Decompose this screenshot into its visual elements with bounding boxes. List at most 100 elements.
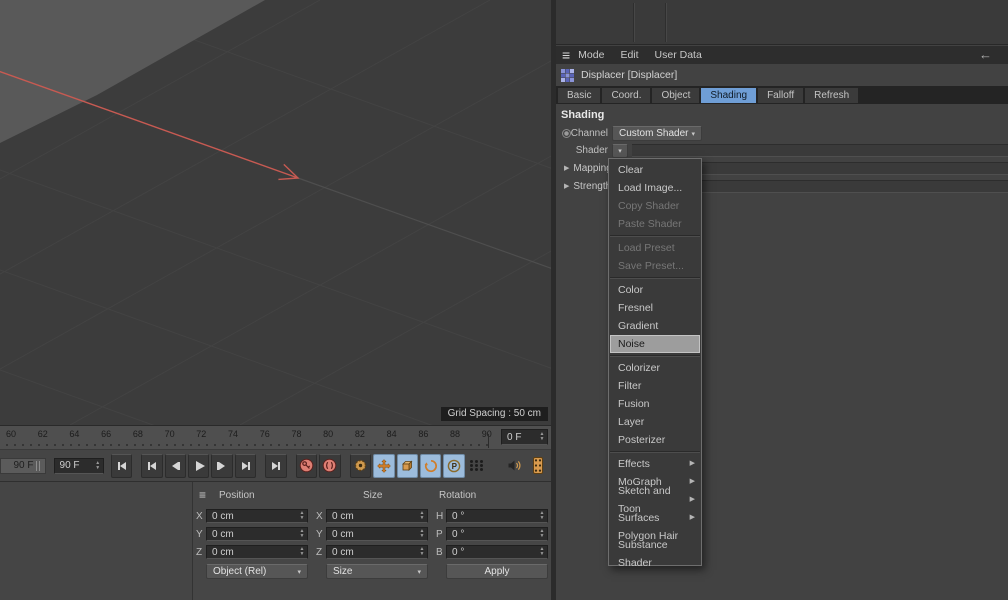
- play-button[interactable]: [188, 453, 210, 478]
- collapsed-arrow-icon[interactable]: ▶: [564, 182, 569, 190]
- render-film-button[interactable]: [528, 454, 549, 478]
- rotation-b-field[interactable]: 0 ° ▲ ▼: [446, 545, 548, 559]
- collapsed-arrow-icon[interactable]: ▶: [564, 164, 569, 172]
- hamburger-icon[interactable]: ≡: [562, 47, 570, 63]
- playhead-marker[interactable]: [488, 434, 489, 448]
- key-position-toggle[interactable]: [373, 453, 395, 478]
- next-frame-button[interactable]: [211, 453, 233, 478]
- position-space-dropdown[interactable]: Object (Rel) ▾: [206, 564, 308, 579]
- menu-item-fresnel[interactable]: Fresnel: [609, 299, 701, 317]
- point-level-animation-icon: [470, 460, 484, 471]
- timeline-range-slider[interactable]: 90 F: [0, 457, 47, 474]
- menu-item-noise[interactable]: Noise: [610, 335, 700, 353]
- menu-item-filter[interactable]: Filter: [609, 377, 701, 395]
- menu-item-fusion[interactable]: Fusion: [609, 395, 701, 413]
- spinner-icon[interactable]: ▲ ▼: [537, 529, 547, 539]
- size-y-field[interactable]: 0 cm ▲ ▼: [326, 527, 428, 541]
- axis-label: Y: [196, 528, 203, 540]
- goto-start-button[interactable]: [110, 453, 133, 478]
- end-frame-field[interactable]: 90 F ▲ ▼: [53, 457, 104, 474]
- panel-menu-icon[interactable]: ≡: [199, 488, 206, 502]
- menu-separator: [610, 355, 700, 357]
- toolbar-area: [556, 0, 1008, 45]
- tab-shading[interactable]: Shading: [701, 87, 757, 103]
- tab-coord[interactable]: Coord.: [602, 87, 651, 103]
- tab-object[interactable]: Object: [652, 87, 700, 103]
- menu-mode[interactable]: Mode: [578, 49, 604, 61]
- transport-bar: 90 F 90 F ▲ ▼ P: [0, 450, 551, 482]
- spinner-icon[interactable]: ▲ ▼: [417, 547, 427, 557]
- ruler-minor-ticks: [6, 444, 494, 446]
- position-y-field[interactable]: 0 cm ▲ ▼: [206, 527, 308, 541]
- spinner-icon[interactable]: ▲ ▼: [417, 529, 427, 539]
- chevron-down-icon: ▾: [417, 568, 421, 576]
- attribute-menubar: ≡ Mode Edit User Data ←: [556, 46, 1008, 64]
- size-column-header: Size: [363, 490, 383, 501]
- menu-item-load-image[interactable]: Load Image...: [609, 179, 701, 197]
- menu-item-substance-shader[interactable]: Substance Shader: [609, 539, 701, 569]
- channel-dropdown[interactable]: Custom Shader ▾: [612, 126, 702, 141]
- keyframe-dot-icon[interactable]: [562, 129, 571, 138]
- submenu-arrow-icon: ▶: [689, 478, 695, 485]
- spinner-icon[interactable]: ▲ ▼: [297, 511, 307, 521]
- speaker-icon: [507, 458, 523, 473]
- keyframe-selection-button[interactable]: [349, 453, 372, 478]
- key-pla-toggle[interactable]: [467, 454, 488, 478]
- menu-item-clear[interactable]: Clear: [609, 161, 701, 179]
- menu-item-color[interactable]: Color: [609, 281, 701, 299]
- history-back-icon[interactable]: ←: [979, 47, 992, 62]
- axis-label: P: [436, 528, 443, 540]
- menu-item-colorizer[interactable]: Colorizer: [609, 359, 701, 377]
- axis-label: H: [436, 510, 444, 522]
- autokeying-button[interactable]: [319, 453, 341, 478]
- prev-key-button[interactable]: [141, 453, 163, 478]
- position-z-field[interactable]: 0 cm ▲ ▼: [206, 545, 308, 559]
- spinner-icon[interactable]: ▲ ▼: [537, 432, 547, 442]
- tab-falloff[interactable]: Falloff: [758, 87, 804, 103]
- rotation-h-field[interactable]: 0 ° ▲ ▼: [446, 509, 548, 523]
- tab-basic[interactable]: Basic: [558, 87, 601, 103]
- menu-item-sketch-and-toon[interactable]: Sketch and Toon ▶: [609, 485, 701, 515]
- size-x-field[interactable]: 0 cm ▲ ▼: [326, 509, 428, 523]
- shader-menu-button[interactable]: ▾: [612, 143, 628, 158]
- apply-button[interactable]: Apply: [446, 564, 548, 579]
- spinner-icon[interactable]: ▲ ▼: [93, 460, 103, 471]
- spinner-icon[interactable]: ▲ ▼: [537, 511, 547, 521]
- menu-item-gradient[interactable]: Gradient: [609, 317, 701, 335]
- tab-refresh[interactable]: Refresh: [805, 87, 859, 103]
- position-x-field[interactable]: 0 cm ▲ ▼: [206, 509, 308, 523]
- spinner-icon[interactable]: ▲ ▼: [417, 511, 427, 521]
- goto-end-button[interactable]: [265, 453, 287, 478]
- chevron-down-icon: ▾: [297, 568, 301, 576]
- key-scale-toggle[interactable]: [396, 453, 418, 478]
- size-mode-dropdown[interactable]: Size ▾: [326, 564, 428, 579]
- menu-edit[interactable]: Edit: [620, 49, 638, 61]
- spinner-icon[interactable]: ▲ ▼: [297, 529, 307, 539]
- prev-frame-button[interactable]: [164, 453, 187, 478]
- rotation-p-field[interactable]: 0 ° ▲ ▼: [446, 527, 548, 541]
- record-key-icon: [299, 458, 314, 473]
- spinner-icon[interactable]: ▲ ▼: [297, 547, 307, 557]
- object-title: Displacer [Displacer]: [581, 69, 678, 81]
- menu-user-data[interactable]: User Data: [655, 49, 702, 61]
- next-key-button[interactable]: [234, 453, 257, 478]
- menu-item-layer[interactable]: Layer: [609, 413, 701, 431]
- viewport-3d[interactable]: Grid Spacing : 50 cm: [0, 0, 551, 426]
- material-manager-panel[interactable]: [0, 482, 193, 600]
- timeline-ruler[interactable]: 60 62 64 66 68 70 72 74 76 78 80 82 84 86 88 90 …: [0, 426, 551, 450]
- sound-toggle-button[interactable]: [504, 454, 525, 478]
- menu-item-posterizer[interactable]: Posterizer: [609, 431, 701, 449]
- keyframe-selection-icon: [353, 458, 368, 473]
- slider-grip-icon[interactable]: [36, 460, 43, 471]
- submenu-arrow-icon: ▶: [689, 514, 695, 521]
- menu-separator: [610, 451, 700, 453]
- key-parameter-toggle[interactable]: P: [443, 453, 465, 478]
- menu-item-effects[interactable]: Effects ▶: [609, 455, 701, 473]
- plane-object: [0, 0, 265, 143]
- shader-link-field[interactable]: [632, 144, 1008, 157]
- spinner-icon[interactable]: ▲ ▼: [537, 547, 547, 557]
- record-keyframe-button[interactable]: [295, 453, 318, 478]
- key-rotation-toggle[interactable]: [419, 453, 442, 478]
- size-z-field[interactable]: 0 cm ▲ ▼: [326, 545, 428, 559]
- current-frame-field[interactable]: 0 F ▲ ▼: [501, 429, 548, 445]
